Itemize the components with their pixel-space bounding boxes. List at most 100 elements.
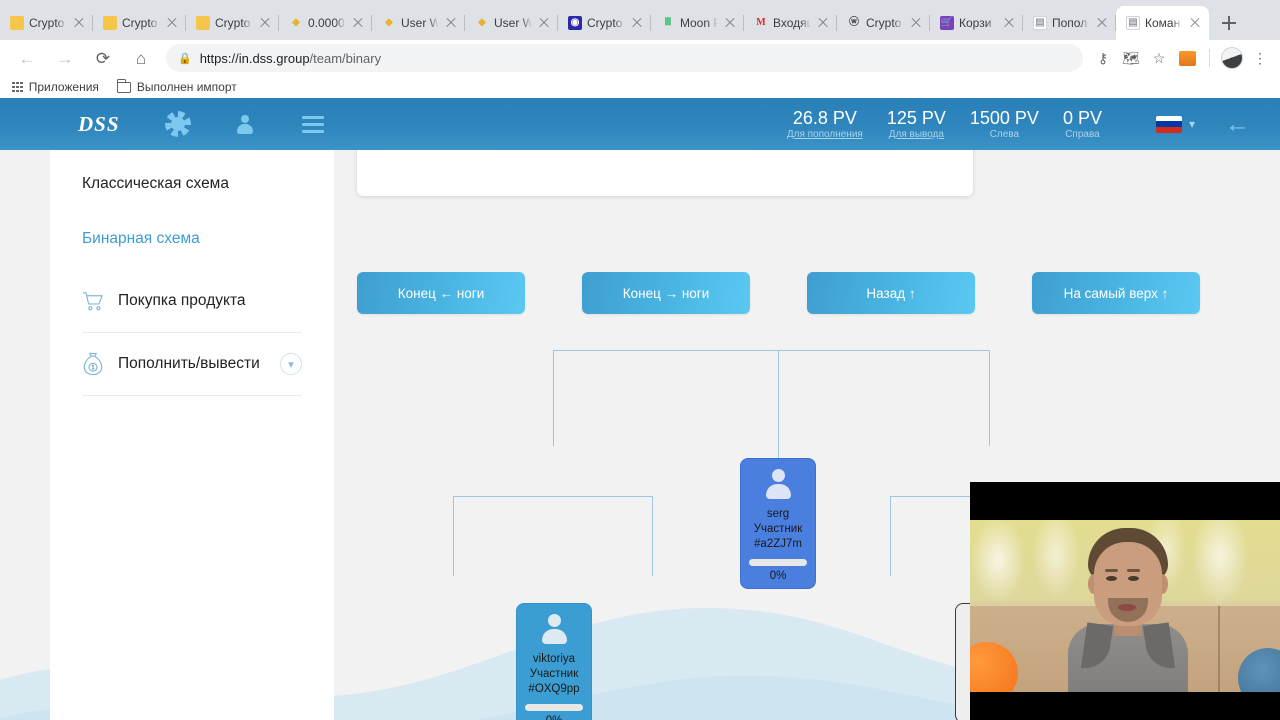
tree-connector xyxy=(453,496,455,576)
browser-tab[interactable]: Crypto xyxy=(186,6,279,40)
person-icon[interactable] xyxy=(236,114,254,134)
browser-tab[interactable]: Crypto xyxy=(93,6,186,40)
close-icon[interactable] xyxy=(165,16,179,30)
money-bag-icon xyxy=(82,352,104,376)
close-icon[interactable] xyxy=(1002,16,1016,30)
browser-toolbar: ← → ⟳ ⌂ 🔒 https://in.dss.group/team/bina… xyxy=(0,40,1280,76)
app-header: DSS 26.8 PV Для пополнения 125 PV Для вы… xyxy=(0,98,1280,150)
close-icon[interactable] xyxy=(909,16,923,30)
translate-icon[interactable]: 🗺 xyxy=(1119,46,1143,70)
browser-tab[interactable]: ⓦ Crypto xyxy=(837,6,930,40)
end-left-leg-button[interactable]: Конец ← ноги xyxy=(357,272,525,314)
browser-tab-active[interactable]: ▤ Коман xyxy=(1116,6,1209,40)
browser-tab[interactable]: M Входящ xyxy=(744,6,837,40)
browser-tab[interactable]: 🛒 Корзи xyxy=(930,6,1023,40)
webcam-video-overlay[interactable] xyxy=(970,482,1280,720)
more-menu-icon[interactable]: ⋮ xyxy=(1248,46,1272,70)
close-icon[interactable] xyxy=(444,16,458,30)
sidebar: Классическая схема Бинарная схема Покупк… xyxy=(50,150,334,720)
toolbar-divider xyxy=(1209,49,1210,67)
sidebar-divider xyxy=(82,395,302,396)
bookmark-apps[interactable]: Приложения xyxy=(12,80,99,94)
close-icon[interactable] xyxy=(72,16,86,30)
tab-title: Moon P xyxy=(680,16,718,30)
stat-value: 0 PV xyxy=(1062,108,1102,128)
browser-tab[interactable]: ◆ User W xyxy=(465,6,558,40)
close-icon[interactable] xyxy=(537,16,551,30)
arrow-left-icon[interactable]: ← xyxy=(1225,111,1250,137)
url-path: /team/binary xyxy=(309,50,382,66)
close-icon[interactable] xyxy=(1095,16,1109,30)
pv-stats-group: 26.8 PV Для пополнения 125 PV Для вывода… xyxy=(775,107,1114,141)
browser-tab[interactable]: ◆ User W xyxy=(372,6,465,40)
tab-title: Crypto xyxy=(587,16,623,30)
chevron-down-icon: ▾ xyxy=(1188,117,1195,131)
close-icon[interactable] xyxy=(630,16,644,30)
sidebar-item-buy-product[interactable]: Покупка продукта xyxy=(50,270,334,332)
forward-icon[interactable]: → xyxy=(51,44,79,72)
browser-tab[interactable]: Crypto xyxy=(0,6,93,40)
sidebar-item-label: Покупка продукта xyxy=(118,292,246,309)
node-percent: 0% xyxy=(517,715,591,720)
sidebar-item-label: Пополнить/вывести xyxy=(118,355,260,372)
stat-value: 125 PV xyxy=(886,108,946,128)
profile-avatar[interactable] xyxy=(1220,46,1244,70)
bookmark-imported[interactable]: Выполнен импорт xyxy=(116,79,237,94)
tab-title: 0.0000 xyxy=(308,16,345,30)
app-logo[interactable]: DSS xyxy=(78,112,120,137)
menu-burger-icon[interactable] xyxy=(301,115,324,133)
close-icon[interactable] xyxy=(258,16,272,30)
close-icon[interactable] xyxy=(351,16,365,30)
tree-node-root[interactable]: serg Участник #a2ZJ7m 0% xyxy=(740,458,816,589)
stat-label: Для вывода xyxy=(888,129,944,140)
node-progress-bar xyxy=(525,704,583,711)
new-tab-button[interactable] xyxy=(1215,9,1243,37)
tab-title: Попол xyxy=(1052,16,1088,30)
stat-for-deposit[interactable]: 26.8 PV Для пополнения xyxy=(775,107,875,141)
url-origin: https://in.dss.group xyxy=(199,50,310,66)
lock-icon: 🔒 xyxy=(178,52,192,65)
tab-title: Корзи xyxy=(959,16,992,30)
home-icon[interactable]: ⌂ xyxy=(127,44,155,72)
node-code: #a2ZJ7m xyxy=(754,538,802,550)
gear-icon[interactable] xyxy=(167,114,188,134)
stat-for-withdraw[interactable]: 125 PV Для вывода xyxy=(875,107,958,141)
browser-tab[interactable]: ◉ Crypto xyxy=(558,6,651,40)
back-up-button[interactable]: Назад ↑ xyxy=(807,272,975,314)
end-right-leg-button[interactable]: Конец → ноги xyxy=(582,272,750,314)
close-icon[interactable] xyxy=(1188,16,1202,30)
node-role: Участник xyxy=(529,668,579,680)
close-icon[interactable] xyxy=(723,16,737,30)
folder-icon xyxy=(116,79,131,93)
bookmark-label: Выполнен импорт xyxy=(136,80,237,94)
reload-icon[interactable]: ⟳ xyxy=(89,44,117,72)
tree-connector xyxy=(890,496,892,576)
browser-tab[interactable]: Ⅲ Moon P xyxy=(651,6,744,40)
sidebar-item-classic-scheme[interactable]: Классическая схема xyxy=(50,150,334,208)
to-very-top-button[interactable]: На самый верх ↑ xyxy=(1032,272,1200,314)
browser-tab-strip: Crypto Crypto Crypto ◆ 0.0000 ◆ User W ◆ User W ◉… xyxy=(0,0,1280,40)
close-icon[interactable] xyxy=(816,16,830,30)
navigation-button-row: Конец ← ноги Конец → ноги Назад ↑ На сам… xyxy=(334,272,1280,314)
chevron-down-icon[interactable]: ▾ xyxy=(280,353,302,375)
tab-title: User W xyxy=(401,16,439,30)
tree-node-left[interactable]: viktoriya Участник #OXQ9pp 0% xyxy=(516,603,592,720)
stat-label: Слева xyxy=(989,129,1020,140)
address-bar[interactable]: 🔒 https://in.dss.group/team/binary xyxy=(166,44,1083,72)
user-avatar-icon xyxy=(537,614,571,646)
star-icon[interactable]: ☆ xyxy=(1147,46,1171,70)
key-icon[interactable]: ⚷ xyxy=(1091,46,1115,70)
tree-connector xyxy=(453,496,653,498)
browser-tab[interactable]: ▤ Попол xyxy=(1023,6,1116,40)
back-icon[interactable]: ← xyxy=(13,44,41,72)
browser-tab[interactable]: ◆ 0.0000 xyxy=(279,6,372,40)
node-percent: 0% xyxy=(769,570,787,582)
extension-fox-icon[interactable] xyxy=(1175,46,1199,70)
language-selector[interactable]: ▾ xyxy=(1155,115,1195,133)
sidebar-item-binary-scheme[interactable]: Бинарная схема xyxy=(50,208,334,270)
tab-title: Входящ xyxy=(773,16,811,30)
crypto-yellow-favicon xyxy=(196,16,210,30)
circle-w-favicon: ⓦ xyxy=(849,17,859,28)
webcam-person xyxy=(1068,528,1188,692)
sidebar-item-deposit-withdraw[interactable]: Пополнить/вывести ▾ xyxy=(50,333,334,395)
